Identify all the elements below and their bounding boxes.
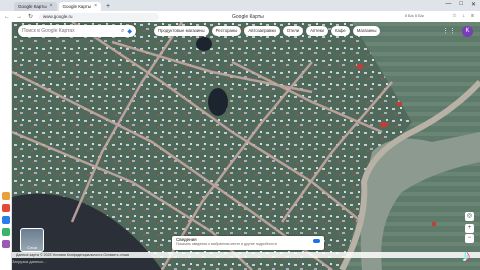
toolbar-icons: ☆ ↓ ≡ [452, 13, 474, 19]
close-tab-icon[interactable]: × [94, 2, 97, 11]
bookmark-icon[interactable]: ☆ [452, 13, 456, 19]
tab-google-maps-1[interactable]: Google Карты × [14, 2, 57, 11]
network-speed: 0 Б/с 0 Б/с [404, 13, 424, 18]
apps-grid-icon[interactable]: ⋮⋮ [442, 27, 456, 35]
sidebar-app-icon[interactable] [2, 204, 10, 212]
tab-bar: Google Карты × Google Карты × + [0, 0, 480, 11]
map-attribution-bar: Данные карты © 2023 Условия Конфиденциал… [12, 252, 480, 258]
back-icon[interactable]: ← [4, 14, 10, 20]
close-window-icon[interactable]: ✕ [471, 1, 476, 8]
chip-restaurants[interactable]: Рестораны [211, 26, 242, 36]
satellite-imagery [12, 22, 480, 270]
tab-label: Google Карты [62, 4, 92, 9]
tab-label: Google Карты [18, 4, 47, 9]
sidebar-app-icon[interactable] [2, 228, 10, 236]
layers-label: Слои [27, 245, 37, 250]
menu-icon[interactable]: ≡ [471, 13, 474, 19]
chip-gas[interactable]: Автозаправки [244, 26, 280, 36]
chip-pharmacies[interactable]: Аптеки [306, 26, 328, 36]
forward-icon[interactable]: → [16, 14, 22, 20]
search-input[interactable]: Поиск в Google Картах [22, 28, 121, 34]
browser-sidebar [0, 22, 12, 270]
my-location-button[interactable]: ◎ [465, 212, 474, 221]
tab-google-maps-2[interactable]: Google Карты × [58, 2, 102, 11]
chip-cafes[interactable]: Кафе [330, 26, 350, 36]
page-title: Google Карты [232, 14, 264, 20]
maximize-icon[interactable]: □ [459, 1, 463, 8]
close-tab-icon[interactable]: × [50, 2, 53, 11]
zoom-out-button[interactable]: − [465, 234, 474, 243]
category-chips: Продуктовые магазины Рестораны Автозапра… [154, 26, 381, 36]
status-text: Загрузка данных... [12, 259, 47, 264]
address-bar[interactable]: www.google.ru [39, 12, 160, 21]
directions-icon[interactable]: ◆ [127, 28, 132, 35]
chip-shops[interactable]: Магазины [352, 26, 381, 36]
details-popup: Сведения Показать сведения о выбранном м… [172, 236, 324, 250]
avatar[interactable]: K [462, 26, 473, 37]
new-tab-icon[interactable]: + [106, 2, 110, 11]
sidebar-app-icon[interactable] [2, 216, 10, 224]
sidebar-app-icon[interactable] [2, 240, 10, 248]
reload-icon[interactable]: ↻ [28, 13, 33, 20]
chip-groceries[interactable]: Продуктовые магазины [154, 26, 209, 36]
layers-button[interactable]: Слои [20, 228, 44, 252]
satellite-map[interactable] [12, 22, 480, 270]
popup-description: Показать сведения о выбранном месте и др… [176, 242, 277, 246]
search-icon[interactable]: ⌕ [121, 28, 124, 35]
details-toggle[interactable] [313, 239, 320, 243]
window-controls: — □ ✕ [445, 1, 476, 8]
map-search-box[interactable]: Поиск в Google Картах ⌕ ◆ [18, 25, 136, 37]
download-icon[interactable]: ↓ [463, 13, 466, 19]
zoom-in-button[interactable]: + [465, 224, 474, 233]
minimize-icon[interactable]: — [445, 1, 451, 8]
chip-hotels[interactable]: Отели [282, 26, 304, 36]
sidebar-app-icon[interactable] [2, 192, 10, 200]
tiktok-logo-icon: ♪ [462, 248, 470, 265]
